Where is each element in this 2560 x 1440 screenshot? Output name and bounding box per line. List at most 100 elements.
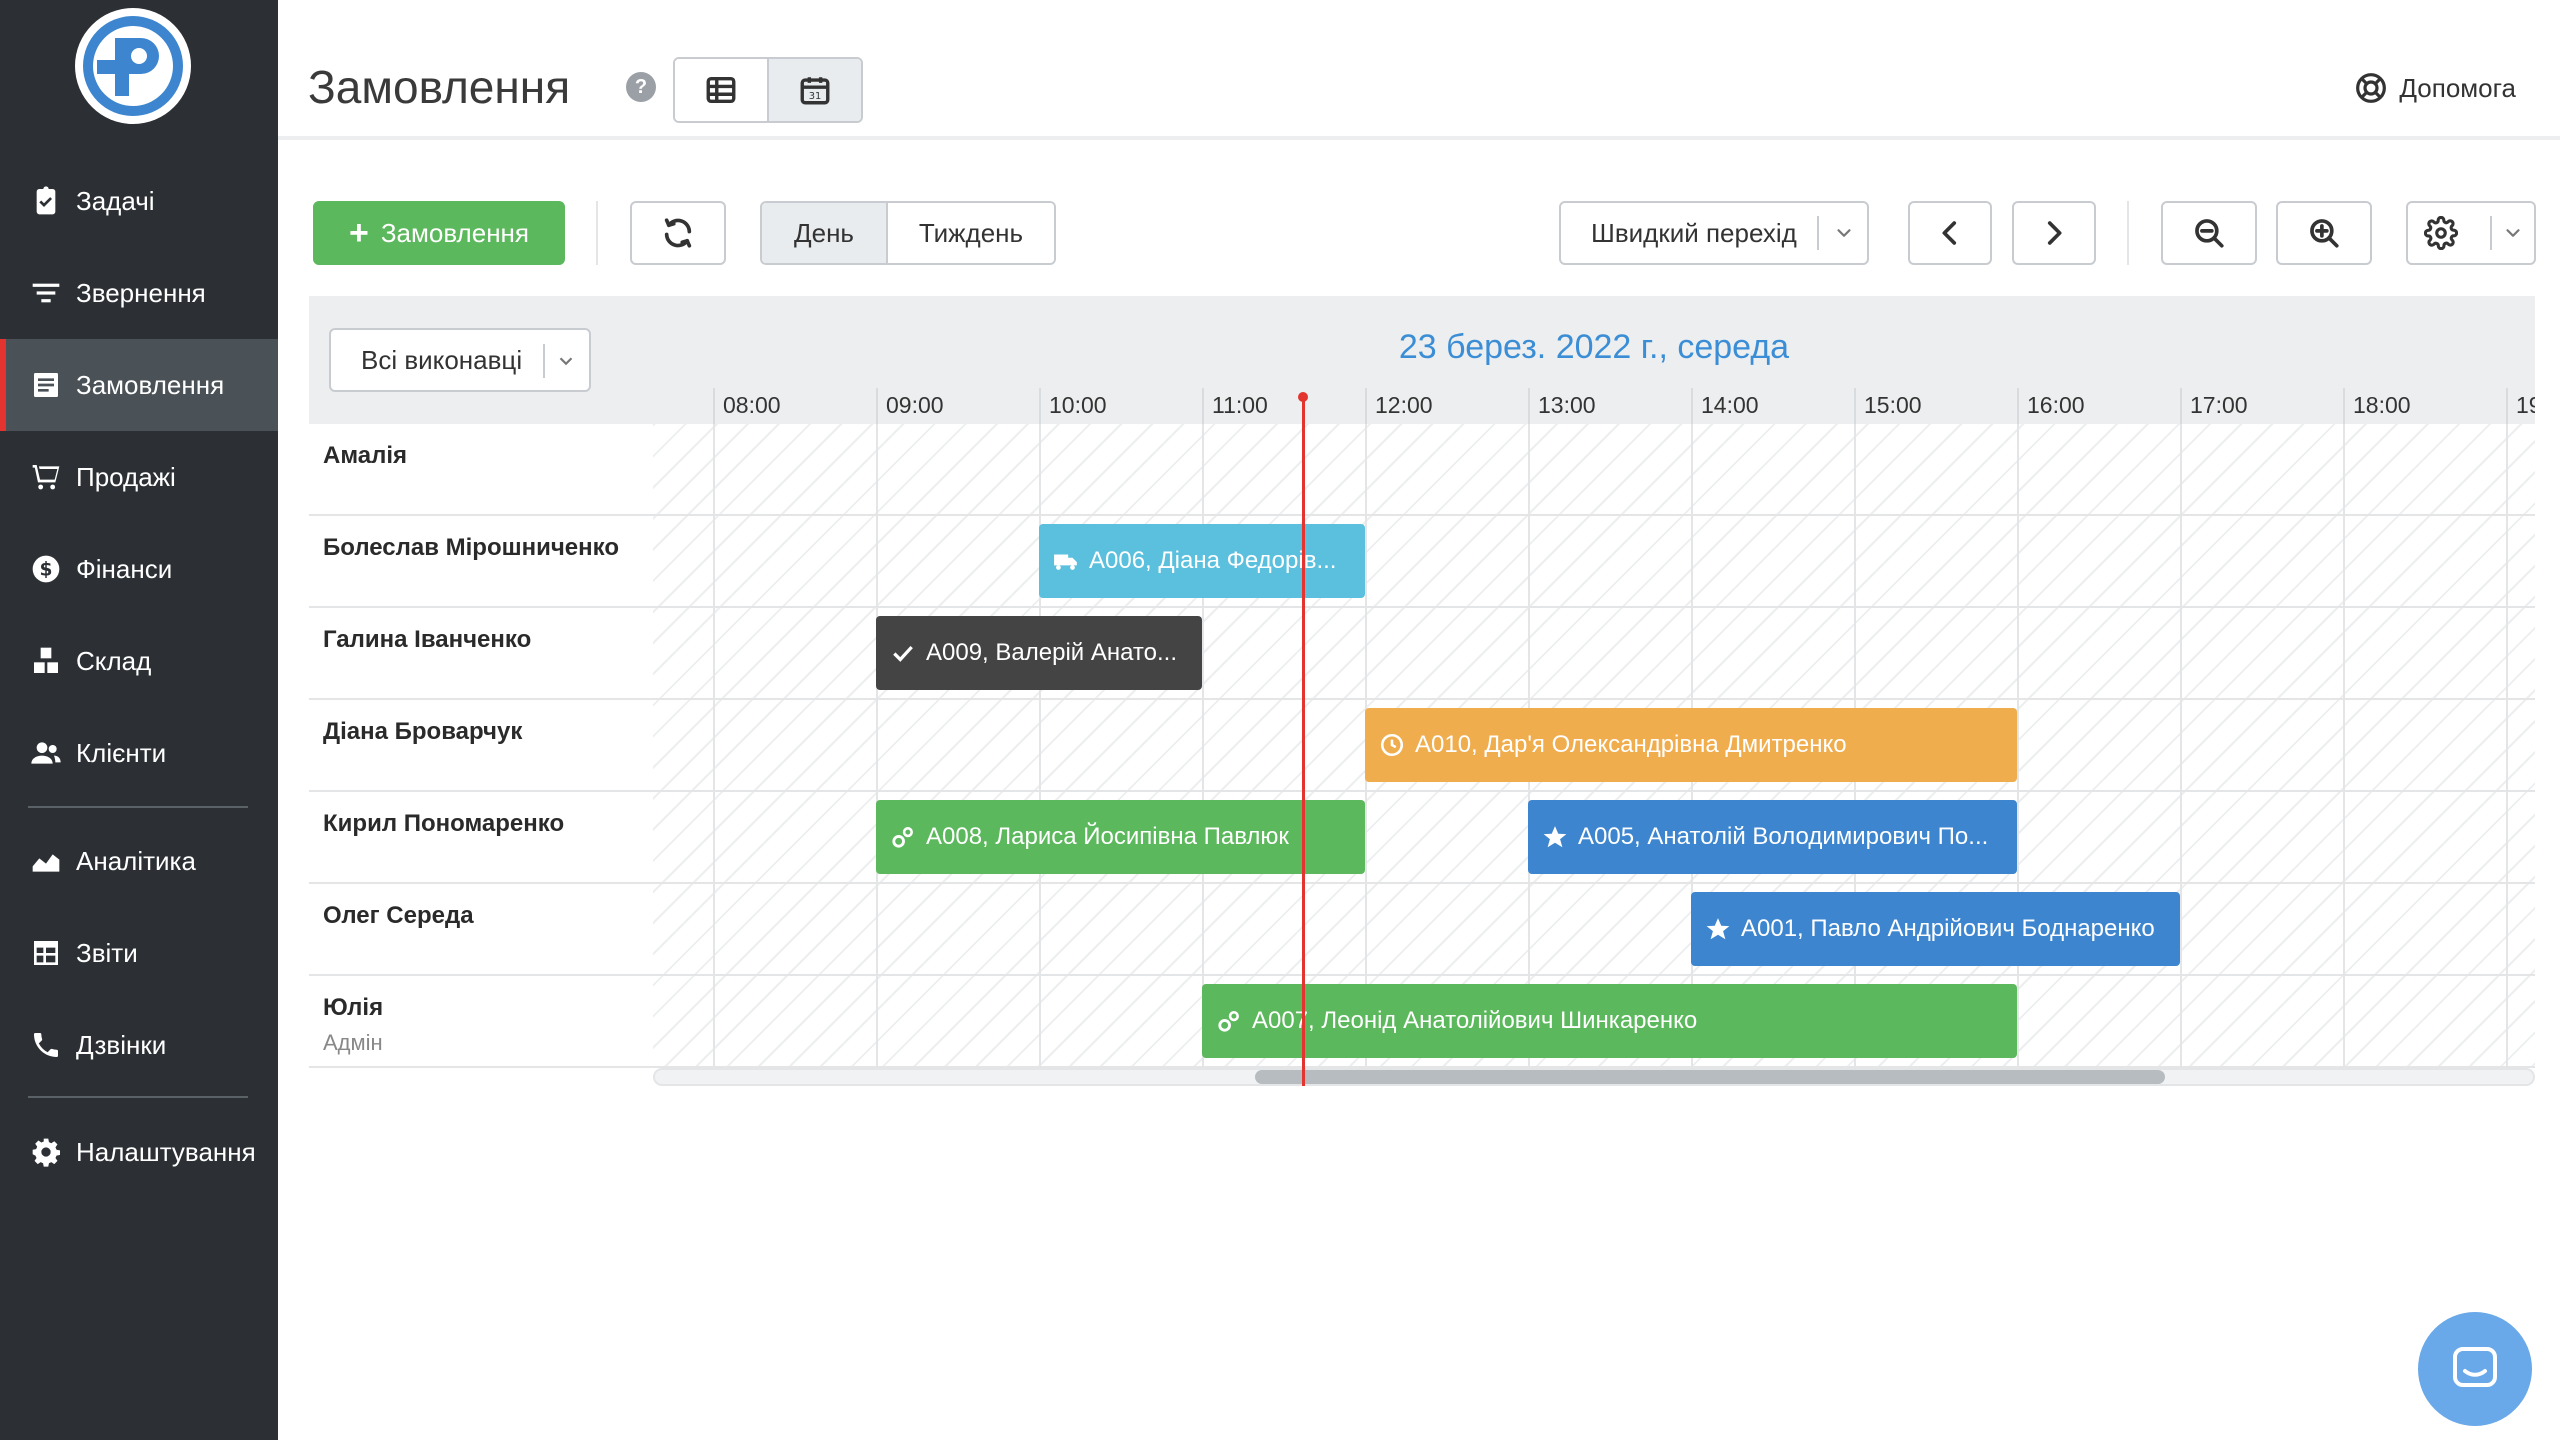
hour-tick xyxy=(876,388,878,424)
app-logo[interactable] xyxy=(75,8,191,124)
order-event-label: A001, Павло Андрійович Боднаренко xyxy=(1741,915,2155,942)
boxes-icon xyxy=(30,645,62,677)
executor-row-label: Амалія xyxy=(309,424,653,516)
sidebar-item-analytics[interactable]: Аналітика xyxy=(0,815,278,907)
sidebar-item-tasks[interactable]: Задачі xyxy=(0,155,278,247)
chevron-down-icon xyxy=(1837,229,1851,237)
sidebar-item-label: Склад xyxy=(76,645,152,676)
hour-label: 10:00 xyxy=(1049,392,1107,418)
grid-row-line xyxy=(653,514,2535,516)
hour-tick xyxy=(713,388,715,424)
grid-row-line xyxy=(653,974,2535,976)
settings-dropdown[interactable] xyxy=(2406,201,2536,265)
sidebar-item-finance[interactable]: $ Фінанси xyxy=(0,523,278,615)
executor-row-label: Болеслав Мірошниченко xyxy=(309,516,653,608)
horizontal-scrollbar[interactable] xyxy=(653,1068,2535,1086)
chevron-left-icon xyxy=(1942,221,1957,245)
sidebar-item-settings[interactable]: Налаштування xyxy=(0,1106,278,1198)
order-event[interactable]: A005, Анатолій Володимирович По... xyxy=(1528,800,2017,874)
prev-button[interactable] xyxy=(1908,201,1992,265)
sidebar-item-sales[interactable]: Продажі xyxy=(0,431,278,523)
cart-icon xyxy=(30,461,62,493)
gears-icon xyxy=(1216,1008,1252,1034)
executor-name: Діана Броварчук xyxy=(323,718,523,745)
svg-text:$: $ xyxy=(40,560,53,581)
hour-label: 13:00 xyxy=(1538,392,1596,418)
next-button[interactable] xyxy=(2012,201,2096,265)
order-event[interactable]: A007, Леонід Анатолійович Шинкаренко xyxy=(1202,984,2017,1058)
hour-tick xyxy=(1039,388,1041,424)
zoom-out-button[interactable] xyxy=(2161,201,2257,265)
order-event[interactable]: A008, Лариса Йосипівна Павлюк xyxy=(876,800,1365,874)
check-icon xyxy=(890,640,926,666)
refresh-button[interactable] xyxy=(630,201,726,265)
truck-icon xyxy=(1053,548,1089,574)
hour-label: 19:00 xyxy=(2516,392,2535,418)
executor-row-label: Діана Броварчук xyxy=(309,700,653,792)
zoom-in-button[interactable] xyxy=(2276,201,2372,265)
hour-tick xyxy=(1202,388,1204,424)
scheduler: Всі виконавці 23 берез. 2022 г., середа … xyxy=(309,296,2535,1096)
logo-icon xyxy=(83,16,183,116)
sidebar-item-label: Звіти xyxy=(76,937,138,968)
executor-row-label: Олег Середа xyxy=(309,884,653,976)
chart-icon xyxy=(30,845,62,877)
order-event-label: A010, Дар'я Олександрівна Дмитренко xyxy=(1415,731,1847,758)
hour-label: 18:00 xyxy=(2353,392,2411,418)
help-link[interactable]: Допомога xyxy=(2355,72,2516,104)
grid-row-line xyxy=(653,790,2535,792)
chevron-down-icon xyxy=(559,357,573,366)
grid-hour-line xyxy=(2506,424,2508,1068)
plus-icon: + xyxy=(348,213,369,252)
scrollbar-thumb[interactable] xyxy=(1255,1070,2165,1084)
order-event[interactable]: A010, Дар'я Олександрівна Дмитренко xyxy=(1365,708,2017,782)
sidebar-item-label: Замовлення xyxy=(76,369,225,400)
order-event[interactable]: A009, Валерій Анато... xyxy=(876,616,1202,690)
lifebuoy-icon xyxy=(2356,73,2387,103)
star-icon xyxy=(1705,916,1741,942)
sidebar-item-label: Налаштування xyxy=(76,1136,256,1167)
hour-tick xyxy=(1854,388,1856,424)
sidebar-divider xyxy=(28,1096,248,1098)
executor-name: Амалія xyxy=(323,442,408,469)
sidebar-item-orders[interactable]: Замовлення xyxy=(0,339,278,431)
quick-jump-dropdown[interactable]: Швидкий перехід xyxy=(1559,201,1869,265)
period-toggle: День Тиждень xyxy=(760,201,1056,265)
sidebar-item-label: Клієнти xyxy=(76,737,167,768)
executor-row-label: Кирил Пономаренко xyxy=(309,792,653,884)
sidebar-item-reports[interactable]: Звіти xyxy=(0,907,278,999)
timeline-grid[interactable]: A006, Діана Федорів... A009, Валерій Анат… xyxy=(653,424,2535,1068)
table-icon xyxy=(706,76,736,104)
sidebar-item-warehouse[interactable]: Склад xyxy=(0,615,278,707)
hour-tick xyxy=(1528,388,1530,424)
users-icon xyxy=(30,737,62,769)
tab-week[interactable]: Тиждень xyxy=(886,203,1054,263)
table-view-button[interactable] xyxy=(675,59,767,121)
chat-widget-button[interactable] xyxy=(2418,1312,2532,1426)
order-event[interactable]: A001, Павло Андрійович Боднаренко xyxy=(1691,892,2180,966)
hour-label: 17:00 xyxy=(2190,392,2248,418)
sidebar-divider xyxy=(28,806,248,808)
add-order-button[interactable]: + Замовлення xyxy=(313,201,565,265)
sidebar-item-label: Фінанси xyxy=(76,553,173,584)
zoom-in-icon xyxy=(2310,219,2339,248)
executors-filter-dropdown[interactable]: Всі виконавці xyxy=(329,328,591,392)
help-badge[interactable]: ? xyxy=(626,72,656,102)
sidebar-item-clients[interactable]: Клієнти xyxy=(0,707,278,799)
page-header: Замовлення ? 31 Допомога xyxy=(278,0,2560,140)
executor-name: Юлія xyxy=(323,994,384,1021)
order-event-label: A008, Лариса Йосипівна Павлюк xyxy=(926,823,1289,850)
calendar-view-button[interactable]: 31 xyxy=(767,59,861,121)
hour-label: 11:00 xyxy=(1212,392,1268,418)
sidebar-item-calls[interactable]: Дзвінки xyxy=(0,999,278,1091)
tab-day[interactable]: День xyxy=(762,203,886,263)
order-event[interactable]: A006, Діана Федорів... xyxy=(1039,524,1365,598)
view-toggle: 31 xyxy=(673,57,863,123)
executor-name: Болеслав Мірошниченко xyxy=(323,534,620,561)
sidebar-item-requests[interactable]: Звернення xyxy=(0,247,278,339)
sidebar-item-label: Дзвінки xyxy=(76,1029,167,1060)
chevron-right-icon xyxy=(2047,221,2062,245)
hour-tick xyxy=(2343,388,2345,424)
gear-icon xyxy=(30,1136,62,1168)
executors-filter-label: Всі виконавці xyxy=(361,344,523,375)
